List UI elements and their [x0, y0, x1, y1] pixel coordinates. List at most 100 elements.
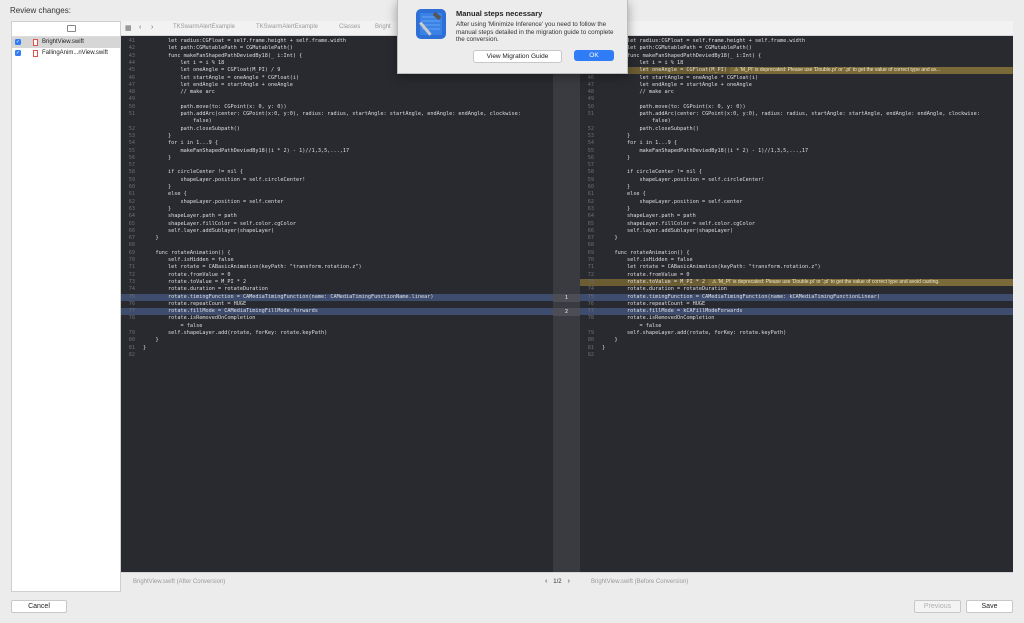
code-line[interactable]: 65 shapeLayer.fillColor = self.color.cgC…	[121, 221, 553, 228]
code-line[interactable]: 70 self.isHidden = false	[121, 257, 553, 264]
code-line[interactable]: 48 // make arc	[580, 89, 1013, 96]
code-line[interactable]: 47 let endAngle = startAngle + oneAngle	[580, 82, 1013, 89]
code-line[interactable]: = false	[580, 323, 1013, 330]
code-line[interactable]: 68	[121, 242, 553, 249]
code-line[interactable]: 47 let endAngle = startAngle + oneAngle	[121, 82, 553, 89]
code-line[interactable]: 67 }	[121, 235, 553, 242]
code-line[interactable]: 78 rotate.isRemovedOnCompletion	[580, 315, 1013, 322]
code-line[interactable]: 63 }	[580, 206, 1013, 213]
code-line[interactable]: 74 rotate.duration = rotateDuration	[580, 286, 1013, 293]
change-marker[interactable]: 1	[553, 293, 580, 302]
checkbox-icon[interactable]: ✓	[15, 50, 21, 56]
code-line[interactable]: 80 }	[580, 337, 1013, 344]
code-line[interactable]: 76 rotate.repeatCount = HUGE	[580, 301, 1013, 308]
change-marker[interactable]: 2	[553, 308, 580, 317]
breadcrumb-group[interactable]: TKSwarmAlertExample	[256, 24, 318, 30]
code-line[interactable]: 53 }	[580, 133, 1013, 140]
breadcrumb-file[interactable]: Bright	[375, 24, 391, 30]
code-line[interactable]: 51 path.addArc(center: CGPoint(x:0, y:0)…	[121, 111, 553, 118]
code-line[interactable]: 55 makeFanShapedPathDeviedBy18((i * 2) -…	[580, 148, 1013, 155]
save-button[interactable]: Save	[966, 600, 1013, 613]
code-line[interactable]: 75 rotate.timingFunction = CAMediaTiming…	[121, 293, 553, 301]
code-line[interactable]: 46 let startAngle = oneAngle * CGFloat(i…	[121, 75, 553, 82]
code-line[interactable]: 77 rotate.fillMode = CAMediaTimingFillMo…	[121, 308, 553, 316]
code-line[interactable]: 57	[580, 162, 1013, 169]
code-line[interactable]: 53 }	[121, 133, 553, 140]
code-line[interactable]: 65 shapeLayer.fillColor = self.color.cgC…	[580, 221, 1013, 228]
code-line[interactable]: 74 rotate.duration = rotateDuration	[121, 286, 553, 293]
code-pane-after[interactable]: 82 81} 80 } 79 self.shapeLayer.add(rotate, …	[121, 36, 553, 572]
code-line[interactable]: 64 shapeLayer.path = path	[580, 213, 1013, 220]
code-line[interactable]: 71 let rotate = CABasicAnimation(keyPath…	[580, 264, 1013, 271]
code-line[interactable]: 72 rotate.fromValue = 0	[121, 272, 553, 279]
prev-change-icon[interactable]: ‹	[545, 578, 547, 585]
ok-button[interactable]: OK	[574, 50, 614, 61]
code-line[interactable]: 66 self.layer.addSublayer(shapeLayer)	[121, 228, 553, 235]
code-line[interactable]: 62 shapeLayer.position = self.center	[121, 199, 553, 206]
forward-chevron-icon[interactable]: ›	[151, 24, 153, 31]
code-line[interactable]: 73 rotate.toValue = M_PI * 2	[121, 279, 553, 286]
code-line[interactable]: 56 }	[121, 155, 553, 162]
code-line[interactable]: 69 func rotateAnimation() {	[121, 250, 553, 257]
grid-icon[interactable]: ▦	[125, 24, 132, 32]
code-line[interactable]: 55 makeFanShapedPathDeviedBy18((i * 2) -…	[121, 148, 553, 155]
code-line[interactable]: 71 let rotate = CABasicAnimation(keyPath…	[121, 264, 553, 271]
code-line[interactable]: 70 self.isHidden = false	[580, 257, 1013, 264]
code-line[interactable]: 54 for i in 1...9 {	[580, 140, 1013, 147]
code-line[interactable]: 64 shapeLayer.path = path	[121, 213, 553, 220]
code-line[interactable]: 82	[580, 352, 1013, 359]
breadcrumb-project[interactable]: TKSwarmAlertExample	[173, 24, 235, 30]
code-line[interactable]: 68	[580, 242, 1013, 249]
code-line[interactable]: 67 }	[580, 235, 1013, 242]
code-line[interactable]: 52 path.closeSubpath()	[121, 126, 553, 133]
code-line[interactable]: 46 let startAngle = oneAngle * CGFloat(i…	[580, 75, 1013, 82]
code-line[interactable]: 56 }	[580, 155, 1013, 162]
code-line[interactable]: 49	[121, 96, 553, 103]
code-line[interactable]: 61 else {	[121, 191, 553, 198]
code-line[interactable]: = false	[121, 323, 553, 330]
code-line[interactable]: 59 shapeLayer.position = self.circleCent…	[580, 177, 1013, 184]
code-line[interactable]: 52 path.closeSubpath()	[580, 126, 1013, 133]
view-migration-guide-button[interactable]: View Migration Guide	[473, 50, 562, 63]
cancel-button[interactable]: Cancel	[11, 600, 67, 613]
file-item-brightview[interactable]: ✓ BrightView.swift	[12, 37, 120, 48]
code-line[interactable]: 81}	[580, 345, 1013, 352]
code-line[interactable]: 41 let radius:CGFloat = self.frame.heigh…	[580, 38, 1013, 45]
code-line[interactable]: 69 func rotateAnimation() {	[580, 250, 1013, 257]
code-line[interactable]: 50 path.move(to: CGPoint(x: 0, y: 0))	[580, 104, 1013, 111]
code-line[interactable]: 62 shapeLayer.position = self.center	[580, 199, 1013, 206]
checkbox-icon[interactable]: ✓	[15, 39, 21, 45]
code-line[interactable]: 59 shapeLayer.position = self.circleCent…	[121, 177, 553, 184]
code-line[interactable]: 43 func makeFanShapedPathDeviedBy18(_ i:…	[580, 53, 1013, 60]
code-line[interactable]: 79 self.shapeLayer.add(rotate, forKey: r…	[580, 330, 1013, 337]
code-line[interactable]: 82	[121, 352, 553, 359]
code-line[interactable]: 80 }	[121, 337, 553, 344]
code-line[interactable]: false)	[121, 118, 553, 125]
code-pane-before[interactable]: 82 81} 80 } 79 self.shapeLayer.add(rotate, …	[580, 36, 1013, 572]
next-change-icon[interactable]: ›	[568, 578, 570, 585]
code-line[interactable]: 76 rotate.repeatCount = HUGE	[121, 301, 553, 308]
code-line[interactable]: 42 let path:CGMutablePath = CGMutablePat…	[580, 45, 1013, 52]
code-line[interactable]: 44 let i = i % 18	[580, 60, 1013, 67]
code-line[interactable]: 50 path.move(to: CGPoint(x: 0, y: 0))	[121, 104, 553, 111]
code-line[interactable]: 79 self.shapeLayer.add(rotate, forKey: r…	[121, 330, 553, 337]
code-line[interactable]: 63 }	[121, 206, 553, 213]
code-line[interactable]: 51 path.addArc(center: CGPoint(x:0, y:0)…	[580, 111, 1013, 118]
code-line[interactable]: 54 for i in 1...9 {	[121, 140, 553, 147]
code-line[interactable]: 61 else {	[580, 191, 1013, 198]
code-line[interactable]: false)	[580, 118, 1013, 125]
file-item-fallinganimation[interactable]: ✓ FallingAnim...nView.swift	[12, 48, 120, 59]
back-chevron-icon[interactable]: ‹	[139, 24, 141, 31]
breadcrumb-classes[interactable]: Classes	[339, 24, 360, 30]
previous-button[interactable]: Previous	[914, 600, 961, 613]
code-line[interactable]: 78 rotate.isRemovedOnCompletion	[121, 315, 553, 322]
code-line[interactable]: 57	[121, 162, 553, 169]
code-line[interactable]: 60 }	[580, 184, 1013, 191]
code-line[interactable]: 58 if circleCenter != nil {	[580, 169, 1013, 176]
code-line[interactable]: 75 rotate.timingFunction = CAMediaTiming…	[580, 293, 1013, 301]
code-line[interactable]: 72 rotate.fromValue = 0	[580, 272, 1013, 279]
code-line[interactable]: 81}	[121, 345, 553, 352]
code-line[interactable]: 58 if circleCenter != nil {	[121, 169, 553, 176]
code-line[interactable]: 48 // make arc	[121, 89, 553, 96]
code-line[interactable]: 49	[580, 96, 1013, 103]
